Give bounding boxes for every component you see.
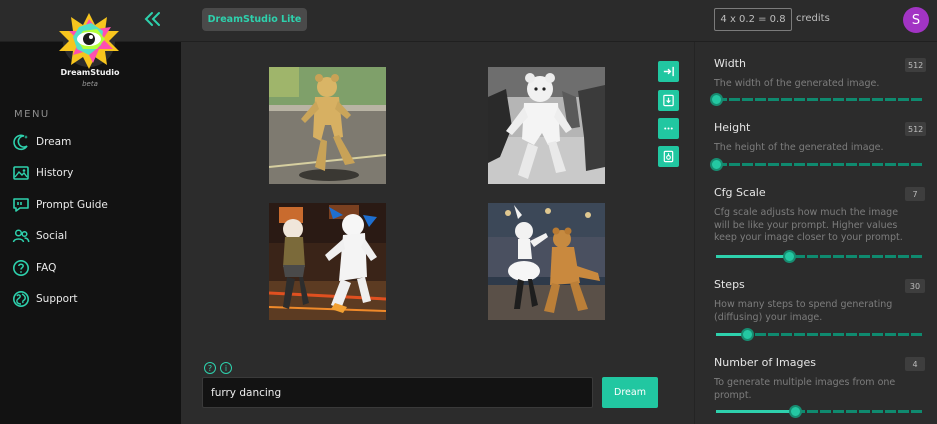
nav-item-history[interactable]: History xyxy=(12,163,73,183)
prompt-help-row: ? i xyxy=(204,362,232,374)
result-image[interactable] xyxy=(488,203,605,320)
support-icon xyxy=(13,291,29,307)
result-image[interactable] xyxy=(269,67,386,184)
nav-item-support[interactable]: Support xyxy=(12,289,78,309)
slider-knob[interactable] xyxy=(741,328,755,341)
prompt-input[interactable] xyxy=(202,377,593,408)
prompt-guide-icon xyxy=(13,198,29,212)
download-icon xyxy=(663,94,674,107)
nav-item-faq[interactable]: FAQ xyxy=(12,258,56,278)
export-button[interactable] xyxy=(658,61,679,82)
setting-value-cfg-scale: 7 xyxy=(905,187,925,201)
number-of-images-slider[interactable] xyxy=(716,405,924,419)
question-icon[interactable]: ? xyxy=(204,362,216,374)
setting-title-width: Width xyxy=(714,57,746,70)
dream-button[interactable]: Dream xyxy=(602,377,658,408)
collapse-sidebar-icon[interactable] xyxy=(142,8,164,30)
copy-button[interactable] xyxy=(658,146,679,167)
dream-icon xyxy=(13,134,28,151)
setting-desc-number-of-images: To generate multiple images from one pro… xyxy=(714,377,896,401)
setting-desc-steps: How many steps to spend generating (diff… xyxy=(714,299,893,323)
result-image-3 xyxy=(269,203,386,320)
brand-name: DreamStudio xyxy=(60,68,120,77)
history-icon xyxy=(13,166,29,180)
app-title-pill[interactable]: DreamStudio Lite xyxy=(202,8,307,31)
nav-label-social: Social xyxy=(36,230,68,242)
result-image-1 xyxy=(269,67,386,184)
slider-knob[interactable] xyxy=(710,93,723,106)
setting-value-width: 512 xyxy=(905,58,927,72)
result-image-4 xyxy=(488,203,605,320)
setting-desc-height: The height of the generated image. xyxy=(714,142,884,153)
info-icon[interactable]: i xyxy=(220,362,232,374)
slider-knob[interactable] xyxy=(782,250,796,263)
more-button[interactable] xyxy=(658,118,679,139)
results-area xyxy=(181,42,694,424)
setting-title-steps: Steps xyxy=(714,278,745,291)
setting-title-cfg-scale: Cfg Scale xyxy=(714,186,766,199)
setting-value-height: 512 xyxy=(905,122,927,136)
user-avatar[interactable]: S xyxy=(903,7,929,33)
credits-formula: 4 x 0.2 = 0.8 xyxy=(714,8,792,31)
faq-icon xyxy=(13,260,29,276)
download-button[interactable] xyxy=(658,90,679,111)
width-slider[interactable] xyxy=(710,93,924,107)
menu-title: MENU xyxy=(14,109,50,120)
nav-label-prompt-guide: Prompt Guide xyxy=(36,199,108,211)
nav-item-prompt-guide[interactable]: Prompt Guide xyxy=(12,195,108,215)
cfg-scale-slider[interactable] xyxy=(716,250,924,264)
slider-knob[interactable] xyxy=(710,158,723,171)
more-icon xyxy=(664,127,673,130)
export-icon xyxy=(663,66,674,77)
nav-label-support: Support xyxy=(36,293,78,305)
steps-slider[interactable] xyxy=(716,328,924,342)
nav-label-faq: FAQ xyxy=(36,262,57,274)
nav-label-history: History xyxy=(36,167,74,179)
result-image[interactable] xyxy=(488,67,605,184)
height-slider[interactable] xyxy=(710,158,924,172)
copy-icon xyxy=(663,150,674,163)
slider-knob[interactable] xyxy=(789,405,803,418)
setting-title-number-of-images: Number of Images xyxy=(714,356,816,369)
credits-label: credits xyxy=(796,13,830,24)
social-icon xyxy=(12,229,30,243)
setting-value-number-of-images: 4 xyxy=(905,357,925,371)
setting-desc-cfg-scale: Cfg scale adjusts how much the image wil… xyxy=(714,207,903,244)
setting-value-steps: 30 xyxy=(905,279,925,293)
setting-title-height: Height xyxy=(714,121,751,134)
brand-subtitle: beta xyxy=(82,80,98,88)
dreamstudio-logo xyxy=(59,13,119,69)
nav-item-dream[interactable]: Dream xyxy=(12,132,71,152)
setting-desc-width: The width of the generated image. xyxy=(714,78,880,89)
result-image[interactable] xyxy=(269,203,386,320)
result-image-2 xyxy=(488,67,605,184)
nav-item-social[interactable]: Social xyxy=(12,226,67,246)
nav-label-dream: Dream xyxy=(36,136,72,148)
